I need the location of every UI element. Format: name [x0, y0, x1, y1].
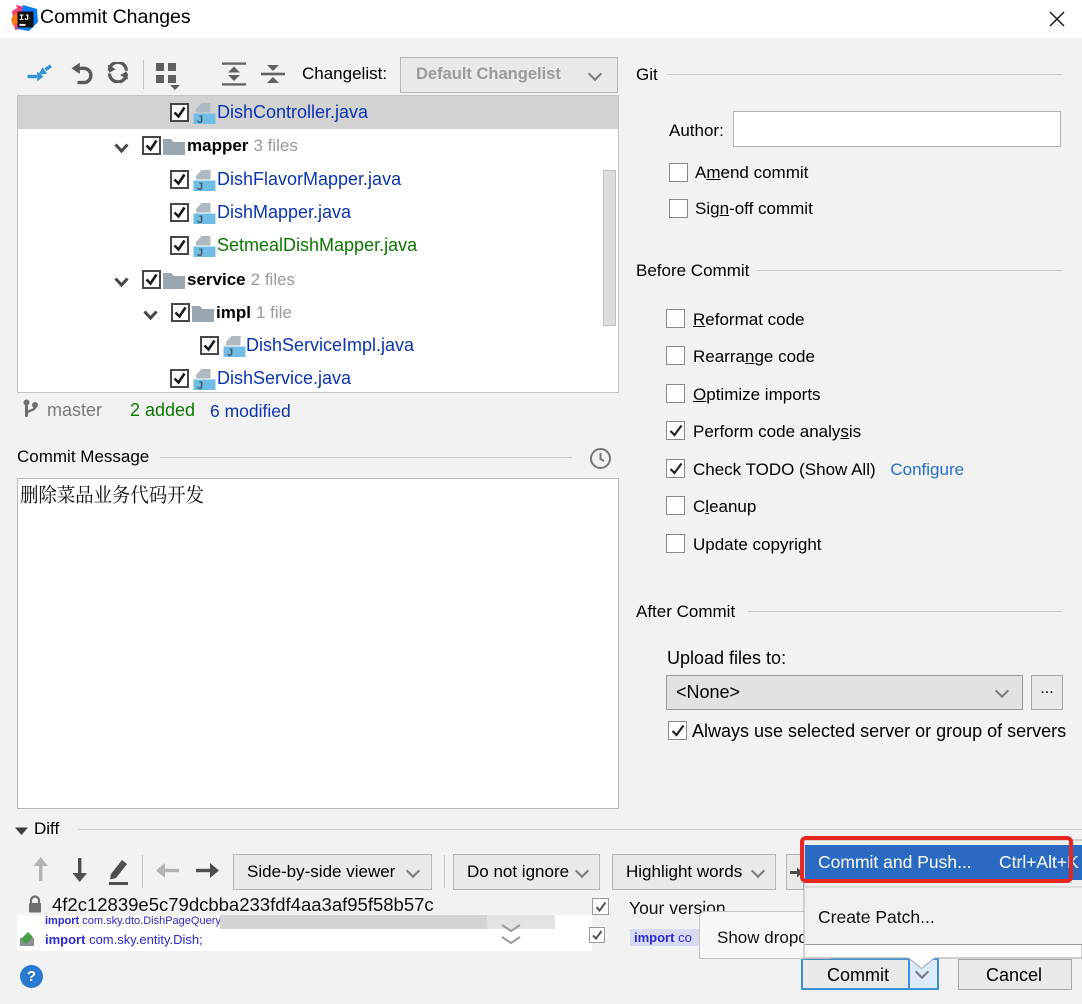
svg-text:IJ: IJ [19, 13, 29, 23]
